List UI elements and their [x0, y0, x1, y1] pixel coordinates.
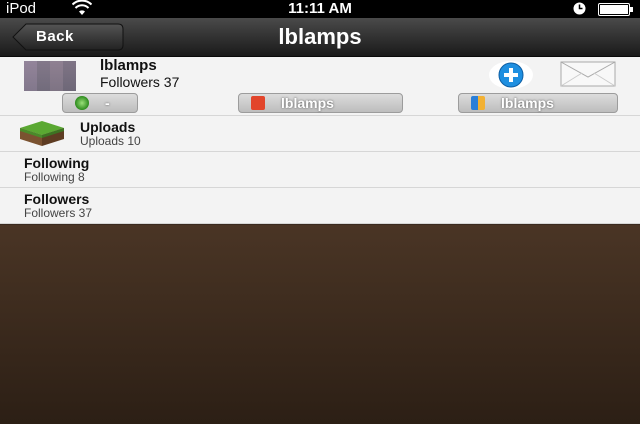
xbox-link-label: - — [105, 95, 110, 111]
follow-button[interactable] — [489, 60, 533, 90]
xbox-icon — [75, 96, 89, 110]
navigation-bar: Back lblamps — [0, 18, 640, 57]
list-item-title: Followers — [24, 191, 90, 207]
list-item-subtitle: Following 8 — [24, 170, 85, 184]
app-icon — [251, 96, 265, 110]
message-button[interactable] — [560, 61, 616, 87]
grass-block-icon — [20, 121, 64, 146]
app-link[interactable]: lblamps — [238, 93, 403, 113]
list-item-followers[interactable]: Followers Followers 37 — [0, 188, 640, 224]
list-item-subtitle: Uploads 10 — [80, 134, 141, 148]
list-item-subtitle: Followers 37 — [24, 206, 93, 220]
list-item-following[interactable]: Following Following 8 — [0, 152, 640, 188]
game-center-icon — [471, 96, 485, 110]
xbox-link[interactable]: - — [62, 93, 138, 113]
profile-header: lblamps Followers 37 - lblamps lblamps — [0, 57, 640, 116]
status-bar: iPod 11:11 AM — [0, 0, 640, 18]
avatar — [24, 61, 76, 91]
envelope-icon — [560, 61, 616, 87]
app-link-label: lblamps — [281, 95, 334, 111]
profile-name: lblamps — [100, 57, 157, 74]
page-title: lblamps — [278, 24, 362, 49]
list-item-title: Following — [24, 155, 90, 171]
alarm-clock-icon — [573, 2, 586, 19]
game-center-link-label: lblamps — [501, 95, 554, 111]
leather-background — [0, 225, 640, 424]
game-center-link[interactable]: lblamps — [458, 93, 618, 113]
profile-followers: Followers 37 — [100, 74, 180, 90]
profile-menu-list: Uploads Uploads 10 Following Following 8… — [0, 116, 640, 224]
battery-icon — [598, 3, 633, 16]
list-item-title: Uploads — [80, 119, 136, 135]
list-item-uploads[interactable]: Uploads Uploads 10 — [0, 116, 640, 152]
status-time: 11:11 AM — [288, 0, 352, 17]
